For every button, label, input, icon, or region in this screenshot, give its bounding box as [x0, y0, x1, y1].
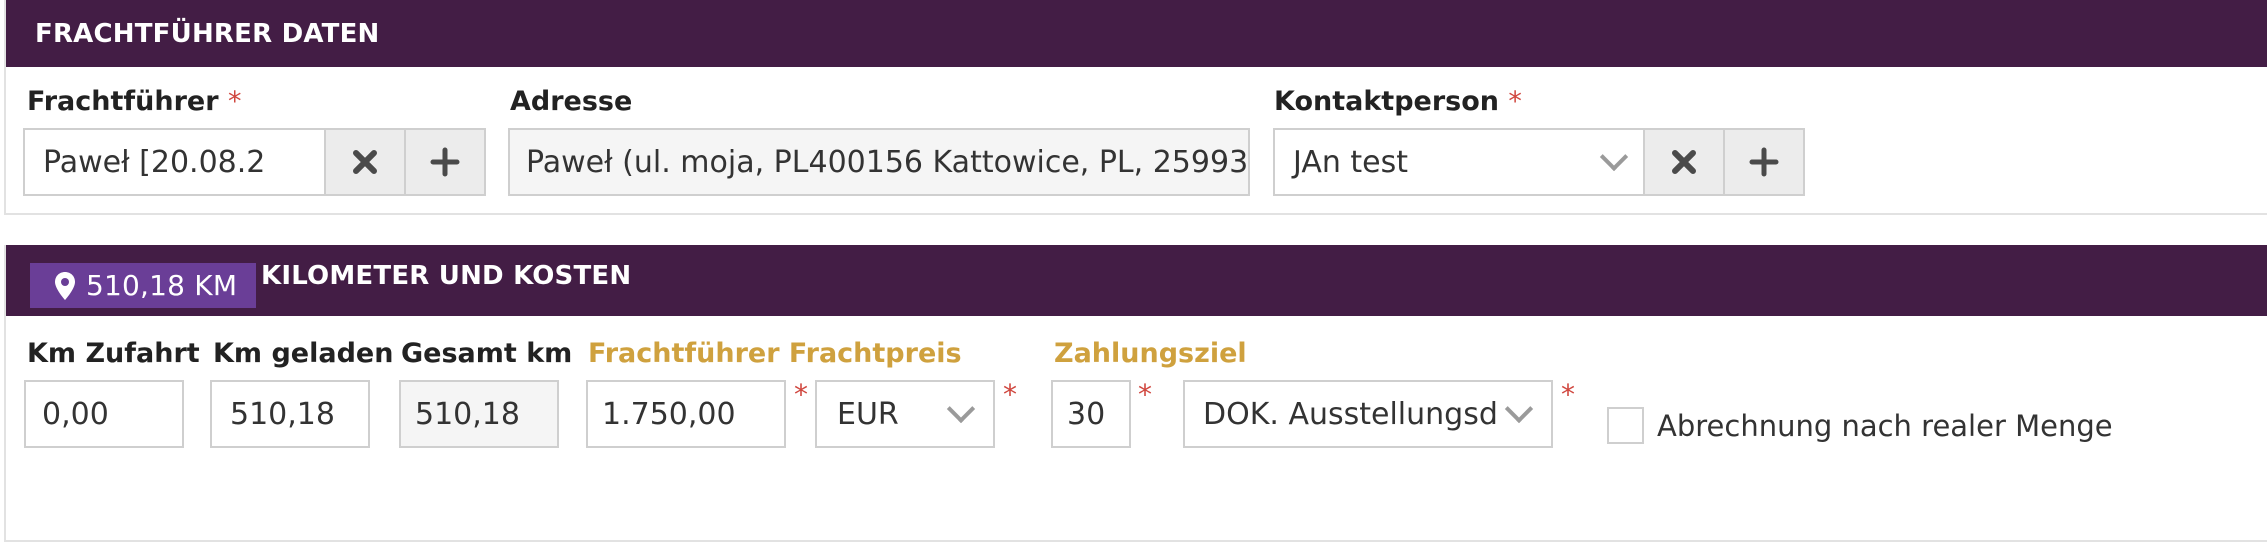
- carrier-input[interactable]: Paweł [20.08.2: [23, 128, 328, 196]
- required-marker: *: [1561, 378, 1575, 411]
- required-marker: *: [794, 378, 808, 411]
- map-marker-icon: [55, 271, 75, 300]
- clear-icon: [353, 150, 377, 174]
- payment-type-select[interactable]: DOK. Ausstellungsd: [1183, 380, 1553, 448]
- required-marker: *: [1003, 378, 1017, 411]
- carrier-clear-button[interactable]: [324, 128, 406, 196]
- contact-label-group: Kontaktperson *: [1274, 86, 1522, 117]
- real-quantity-checkbox-label[interactable]: Abrechnung nach realer Menge: [1657, 409, 2113, 443]
- contact-select-value: JAn test: [1293, 144, 1409, 180]
- km-badge: 510,18 KM: [30, 263, 256, 308]
- currency-select[interactable]: EUR: [815, 380, 995, 448]
- freight-price-label: Frachtführer Frachtpreis: [588, 338, 962, 369]
- address-field: Paweł (ul. moja, PL400156 Kattowice, PL,…: [508, 128, 1250, 196]
- currency-select-value: EUR: [837, 396, 899, 432]
- chevron-down-icon: [1504, 394, 1534, 424]
- clear-icon: [1672, 150, 1696, 174]
- plus-icon: [430, 147, 460, 177]
- km-panel-title: KILOMETER UND KOSTEN: [261, 261, 632, 291]
- real-quantity-checkbox[interactable]: [1607, 407, 1644, 444]
- required-marker: *: [1508, 86, 1522, 117]
- required-marker: *: [1138, 378, 1152, 411]
- chevron-down-icon: [1599, 142, 1629, 172]
- carrier-add-button[interactable]: [404, 128, 486, 196]
- contact-select[interactable]: JAn test: [1273, 128, 1648, 196]
- plus-icon: [1749, 147, 1779, 177]
- km-badge-value: 510,18 KM: [86, 269, 238, 302]
- km-zufahrt-input[interactable]: 0,00: [24, 380, 184, 448]
- km-zufahrt-label: Km Zufahrt: [27, 338, 200, 369]
- carrier-panel: FRACHTFÜHRER DATEN Frachtführer * Paweł …: [4, 0, 2267, 215]
- km-geladen-label: Km geladen: [213, 338, 394, 369]
- km-geladen-input[interactable]: 510,18: [210, 380, 370, 448]
- freight-price-input[interactable]: 1.750,00: [586, 380, 786, 448]
- payment-type-select-value: DOK. Ausstellungsd: [1203, 396, 1498, 432]
- contact-label: Kontaktperson: [1274, 86, 1500, 117]
- km-panel-header: 510,18 KM KILOMETER UND KOSTEN: [6, 245, 2267, 316]
- gesamt-km-label: Gesamt km: [401, 338, 573, 369]
- carrier-label: Frachtführer: [27, 86, 219, 117]
- gesamt-km-field: 510,18: [399, 380, 559, 448]
- payment-term-label: Zahlungsziel: [1054, 338, 1247, 369]
- carrier-panel-header: FRACHTFÜHRER DATEN: [6, 0, 2267, 67]
- payment-days-input[interactable]: 30: [1051, 380, 1131, 448]
- address-label: Adresse: [510, 86, 633, 117]
- km-panel: 510,18 KM KILOMETER UND KOSTEN Km Zufahr…: [4, 245, 2267, 542]
- chevron-down-icon: [946, 394, 976, 424]
- required-marker: *: [227, 86, 242, 117]
- carrier-label-group: Frachtführer *: [27, 86, 241, 117]
- contact-add-button[interactable]: [1723, 128, 1805, 196]
- contact-clear-button[interactable]: [1643, 128, 1725, 196]
- carrier-panel-title: FRACHTFÜHRER DATEN: [35, 18, 380, 49]
